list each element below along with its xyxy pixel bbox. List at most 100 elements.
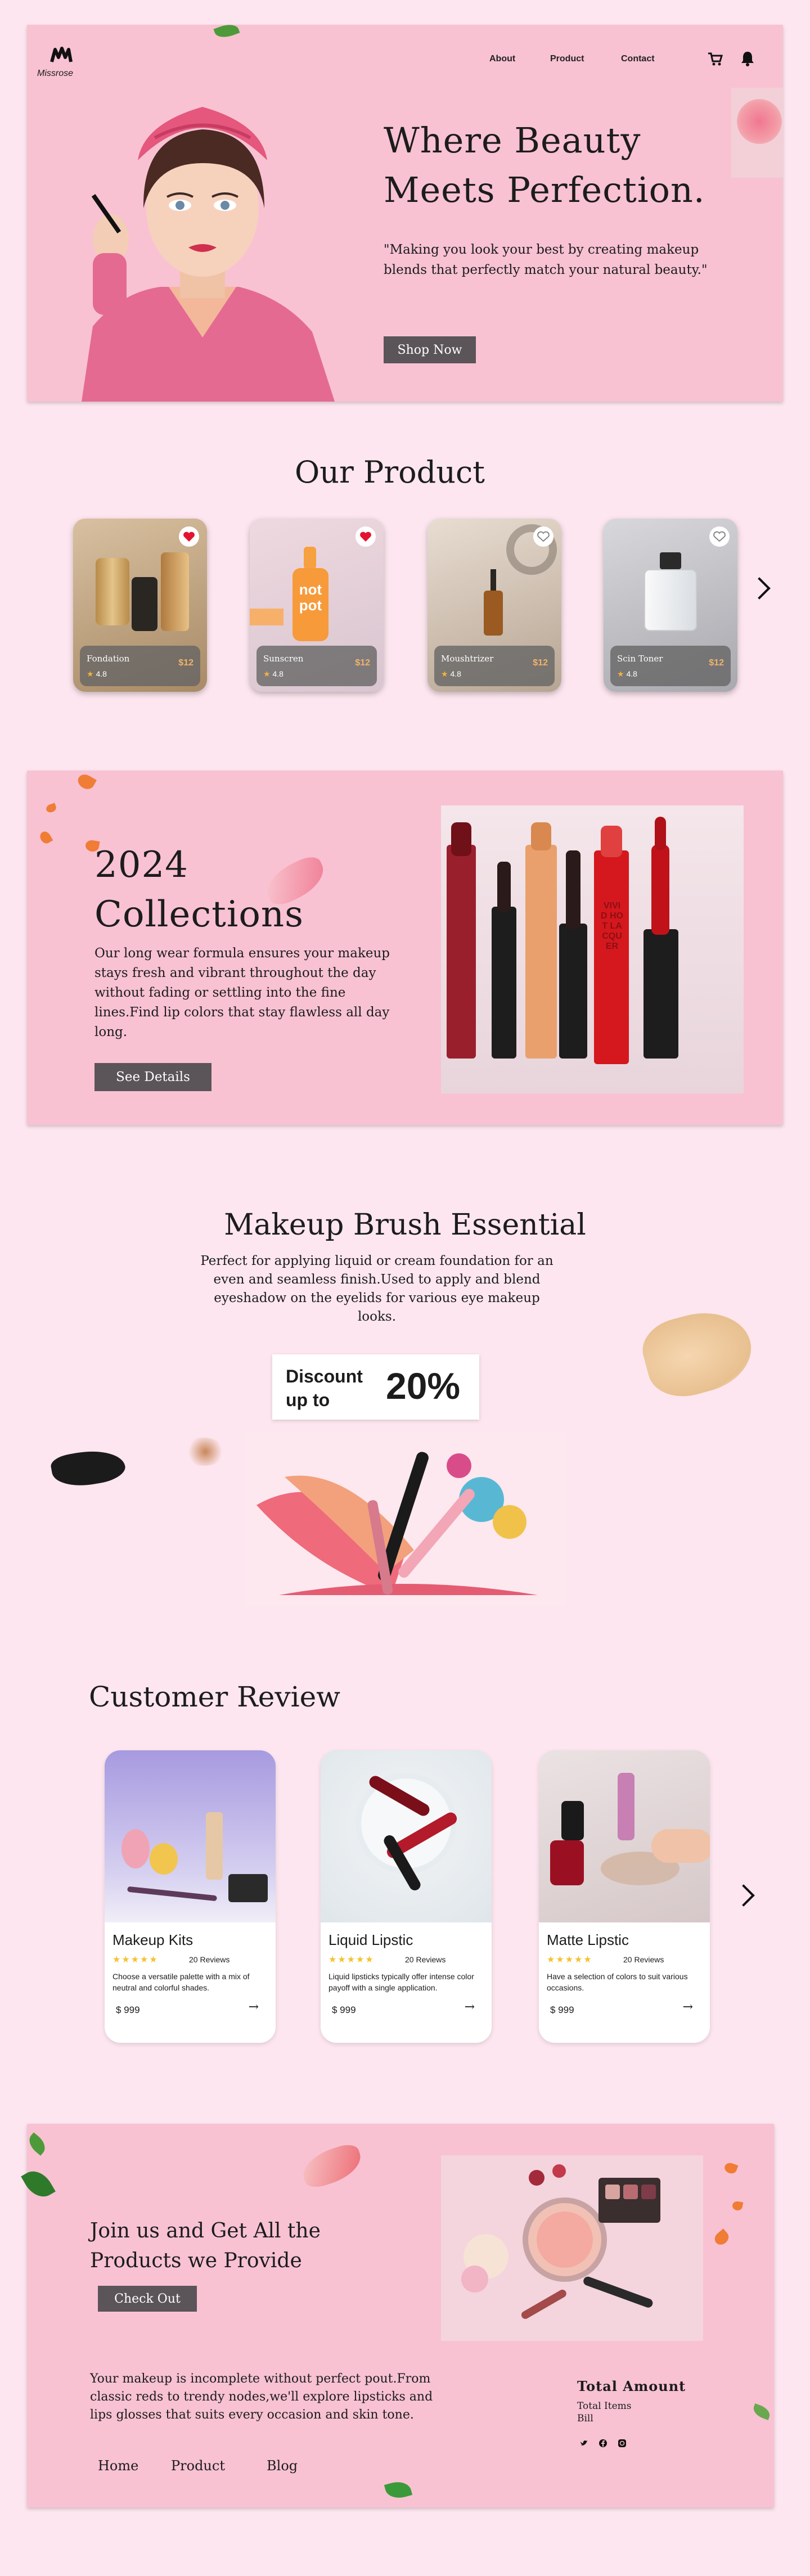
- facebook-icon[interactable]: [598, 2439, 608, 2448]
- product-card-scin-toner[interactable]: Scin Toner $12 ★ 4.8: [604, 519, 737, 692]
- product-name: Moushtrizer: [441, 654, 494, 664]
- product-rating: ★ 4.8: [441, 669, 461, 679]
- footer-link-blog[interactable]: Blog: [267, 2458, 298, 2474]
- liquid-lipstick-image: [321, 1750, 492, 1922]
- makeup-kit-image: [105, 1750, 276, 1922]
- discount-label: Discount up to: [286, 1364, 363, 1412]
- footer-link-home[interactable]: Home: [98, 2458, 138, 2474]
- favorite-button[interactable]: [179, 526, 199, 547]
- rating-value: 4.8: [96, 669, 107, 678]
- star-icon: ★: [87, 669, 94, 678]
- tube-label: VIVID HOT LACQUER: [601, 901, 623, 951]
- hero-title: Where Beauty Meets Perfection.: [384, 116, 705, 215]
- reviews-heading: Customer Review: [89, 1681, 340, 1713]
- shop-now-button[interactable]: Shop Now: [384, 336, 476, 363]
- cosmetics-flatlay-image: [441, 2155, 703, 2341]
- cart-icon[interactable]: [706, 51, 723, 67]
- rating-value: 4.8: [272, 669, 284, 678]
- heart-outline-icon: [537, 531, 550, 542]
- heart-outline-icon: [713, 531, 726, 542]
- review-price: $ 999: [550, 2005, 574, 2015]
- check-out-button[interactable]: Check Out: [98, 2286, 197, 2312]
- discount-box: Discount up to 20%: [272, 1354, 479, 1420]
- products-heading: Our Product: [295, 454, 485, 490]
- review-product-name: Liquid Lipstic: [328, 1931, 413, 1948]
- nav-about[interactable]: About: [489, 54, 515, 64]
- favorite-button[interactable]: [533, 526, 554, 547]
- product-rating: ★ 4.8: [87, 669, 107, 679]
- product-info: Fondation $12 ★ 4.8: [80, 646, 200, 686]
- makeup-brush-splash-image: [245, 1432, 566, 1606]
- product-name: Fondation: [87, 654, 130, 664]
- product-card-fondation[interactable]: Fondation $12 ★ 4.8: [73, 519, 207, 692]
- favorite-button[interactable]: [709, 526, 730, 547]
- review-product-name: Matte Lipstic: [547, 1931, 629, 1948]
- total-amount-title: Total Amount: [577, 2378, 686, 2394]
- products-next-arrow-icon[interactable]: [748, 577, 771, 600]
- brush-heading: Makeup Brush Essential: [224, 1208, 586, 1242]
- heart-filled-icon: [183, 532, 195, 542]
- discount-label-line-1: Discount: [286, 1366, 363, 1386]
- product-rating: ★ 4.8: [617, 669, 637, 679]
- nav-product[interactable]: Product: [550, 54, 584, 64]
- social-icons: [579, 2439, 636, 2450]
- review-stars: ★★★★★: [112, 1954, 159, 1965]
- brand-logo-icon: [50, 47, 73, 62]
- brand-name: Missrose: [37, 69, 74, 78]
- total-items-label: Total Items: [577, 2401, 632, 2412]
- collections-body: Our long wear formula ensures your makeu…: [94, 946, 390, 1039]
- bell-icon[interactable]: [739, 49, 756, 67]
- heart-filled-icon: [360, 532, 371, 542]
- reviews-next-arrow-icon[interactable]: [732, 1884, 755, 1907]
- brand-logo[interactable]: Missrose: [36, 45, 92, 84]
- bronzer-dot-decoration: [186, 1438, 225, 1466]
- product-card-moushtrizer[interactable]: Moushtrizer $12 ★ 4.8: [428, 519, 561, 692]
- arrow-right-icon[interactable]: →: [683, 2000, 693, 2014]
- footer-link-product[interactable]: Product: [171, 2458, 225, 2474]
- product-name: Sunscren: [263, 654, 304, 664]
- discount-label-line-2: up to: [286, 1390, 330, 1410]
- see-details-button[interactable]: See Details: [94, 1063, 212, 1091]
- review-stars: ★★★★★: [328, 1954, 375, 1965]
- star-icon: ★: [263, 669, 271, 678]
- review-card-liquid-lipstic[interactable]: Liquid Lipstic ★★★★★ 20 Reviews Liquid l…: [321, 1750, 492, 2043]
- review-description: Liquid lipsticks typically offer intense…: [328, 1972, 474, 1992]
- hero-title-line-2: Meets Perfection.: [384, 169, 705, 210]
- brush-body: Perfect for applying liquid or cream fou…: [200, 1254, 554, 1324]
- discount-value: 20%: [386, 1365, 461, 1407]
- arrow-right-icon[interactable]: →: [465, 2000, 475, 2014]
- hero-title-line-1: Where Beauty: [384, 120, 641, 161]
- twitter-icon[interactable]: [579, 2439, 588, 2448]
- star-icon: ★: [617, 669, 624, 678]
- top-nav: About Product Contact: [484, 54, 686, 71]
- footer-body: Your makeup is incomplete without perfec…: [90, 2372, 433, 2422]
- product-info: Moushtrizer $12 ★ 4.8: [434, 646, 555, 686]
- product-info: Scin Toner $12 ★ 4.8: [610, 646, 731, 686]
- favorite-button[interactable]: [356, 526, 376, 547]
- star-icon: ★: [441, 669, 448, 678]
- footer-title: Join us and Get All the Products we Prov…: [90, 2216, 321, 2276]
- product-card-sunscren[interactable]: not pot Sunscren $12 ★ 4.8: [250, 519, 384, 692]
- review-card-makeup-kits[interactable]: Makeup Kits ★★★★★ 20 Reviews Choose a ve…: [105, 1750, 276, 2043]
- review-count: 20 Reviews: [189, 1955, 230, 1964]
- arrow-right-icon[interactable]: →: [249, 2000, 259, 2014]
- footer-title-line-2: Products we Provide: [90, 2249, 302, 2272]
- review-count: 20 Reviews: [623, 1955, 664, 1964]
- bill-label: Bill: [577, 2413, 593, 2424]
- product-price: $12: [355, 658, 370, 668]
- rating-value: 4.8: [626, 669, 637, 678]
- review-count: 20 Reviews: [405, 1955, 446, 1964]
- product-price: $12: [178, 658, 194, 668]
- review-card-matte-lipstic[interactable]: Matte Lipstic ★★★★★ 20 Reviews Have a se…: [539, 1750, 710, 2043]
- review-description: Have a selection of colors to suit vario…: [547, 1972, 688, 1992]
- foundation-swatch-decoration: [636, 1301, 760, 1406]
- nav-contact[interactable]: Contact: [621, 54, 655, 64]
- black-swatch-decoration: [49, 1445, 128, 1491]
- lip-gloss-collection-image: VIVID HOT LACQUER: [441, 805, 744, 1093]
- product-info: Sunscren $12 ★ 4.8: [256, 646, 377, 686]
- instagram-icon[interactable]: [618, 2439, 627, 2448]
- product-name: Scin Toner: [617, 654, 663, 664]
- product-rating: ★ 4.8: [263, 669, 284, 679]
- hero-model-image: [70, 84, 352, 402]
- product-price: $12: [533, 658, 548, 668]
